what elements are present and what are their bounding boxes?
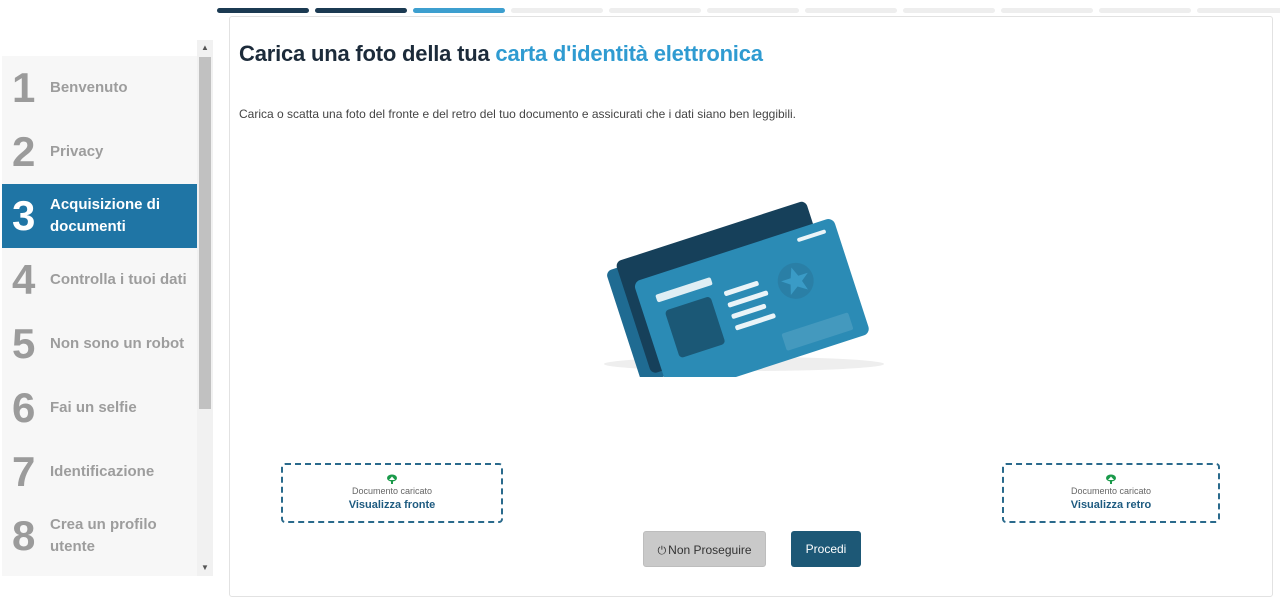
step-acquisizione-documenti[interactable]: 3 Acquisizione di documenti bbox=[2, 184, 197, 248]
step-label: Acquisizione di documenti bbox=[50, 196, 161, 235]
step-label: Privacy bbox=[50, 143, 104, 160]
upload-back-box[interactable]: Documento caricato Visualizza retro bbox=[1002, 463, 1220, 523]
title-highlight: carta d'identità elettronica bbox=[495, 41, 763, 66]
step-crea-profilo[interactable]: 8 Crea un profilo utente bbox=[2, 504, 197, 568]
step-controlla-dati[interactable]: 4 Controlla i tuoi dati bbox=[2, 248, 197, 312]
step-benvenuto[interactable]: 1 Benvenuto bbox=[2, 56, 197, 120]
step-number: 2 bbox=[12, 128, 36, 175]
step-label: Crea un profilo utente bbox=[50, 516, 157, 555]
step-number: 3 bbox=[12, 192, 36, 239]
step-selfie[interactable]: 6 Fai un selfie bbox=[2, 376, 197, 440]
main-panel: Carica una foto della tua carta d'identi… bbox=[229, 16, 1273, 597]
step-number: 5 bbox=[12, 320, 36, 367]
step-number: 6 bbox=[12, 384, 36, 431]
page-description: Carica o scatta una foto del fronte e de… bbox=[239, 107, 796, 121]
step-number: 1 bbox=[12, 64, 36, 111]
step-privacy[interactable]: 2 Privacy bbox=[2, 120, 197, 184]
step-identificazione[interactable]: 7 Identificazione bbox=[2, 440, 197, 504]
step-label: Identificazione bbox=[50, 463, 155, 480]
progress-segment bbox=[903, 8, 995, 13]
progress-segment bbox=[805, 8, 897, 13]
progress-segment bbox=[511, 8, 603, 13]
proceed-button[interactable]: Procedi bbox=[791, 531, 861, 567]
progress-segment bbox=[1001, 8, 1093, 13]
power-icon: ⏻ bbox=[657, 545, 667, 557]
upload-status: Documento caricato bbox=[1070, 486, 1152, 496]
step-label: Controlla i tuoi dati bbox=[50, 271, 187, 288]
scroll-up-icon[interactable]: ▲ bbox=[197, 40, 213, 56]
progress-segment bbox=[413, 8, 505, 13]
step-label: Fai un selfie bbox=[50, 399, 137, 416]
upload-status: Documento caricato bbox=[351, 486, 433, 496]
progress-segment bbox=[1099, 8, 1191, 13]
title-prefix: Carica una foto della tua bbox=[239, 41, 490, 66]
step-non-sono-robot[interactable]: 5 Non sono un robot bbox=[2, 312, 197, 376]
step-number: 8 bbox=[12, 512, 36, 559]
progress-segment bbox=[217, 8, 309, 13]
progress-segment bbox=[315, 8, 407, 13]
sidebar-scrollbar[interactable]: ▲ ▼ bbox=[197, 40, 213, 576]
step-number: 7 bbox=[12, 448, 36, 495]
step-label: Benvenuto bbox=[50, 79, 128, 96]
step-number: 4 bbox=[12, 256, 36, 303]
steps-list: 1 Benvenuto 2 Privacy 3 Acquisizione di … bbox=[2, 56, 197, 576]
stop-button[interactable]: ⏻ Non Proseguire bbox=[643, 531, 766, 567]
id-card-illustration bbox=[604, 201, 884, 377]
stop-button-label: Non Proseguire bbox=[668, 543, 752, 557]
scrollbar-thumb[interactable] bbox=[199, 57, 211, 409]
progress-segment bbox=[609, 8, 701, 13]
view-back-link[interactable]: Visualizza retro bbox=[1004, 499, 1218, 511]
step-label: Non sono un robot bbox=[50, 335, 185, 352]
cloud-upload-icon bbox=[387, 474, 397, 484]
view-front-link[interactable]: Visualizza fronte bbox=[283, 499, 501, 511]
progress-segment bbox=[707, 8, 799, 13]
upload-front-box[interactable]: Documento caricato Visualizza fronte bbox=[281, 463, 503, 523]
progress-bar bbox=[217, 8, 1280, 14]
steps-sidebar: 1 Benvenuto 2 Privacy 3 Acquisizione di … bbox=[0, 40, 214, 576]
scroll-down-icon[interactable]: ▼ bbox=[197, 560, 213, 576]
progress-segment bbox=[1197, 8, 1280, 13]
cloud-upload-icon bbox=[1106, 474, 1116, 484]
page-title: Carica una foto della tua carta d'identi… bbox=[239, 41, 763, 67]
